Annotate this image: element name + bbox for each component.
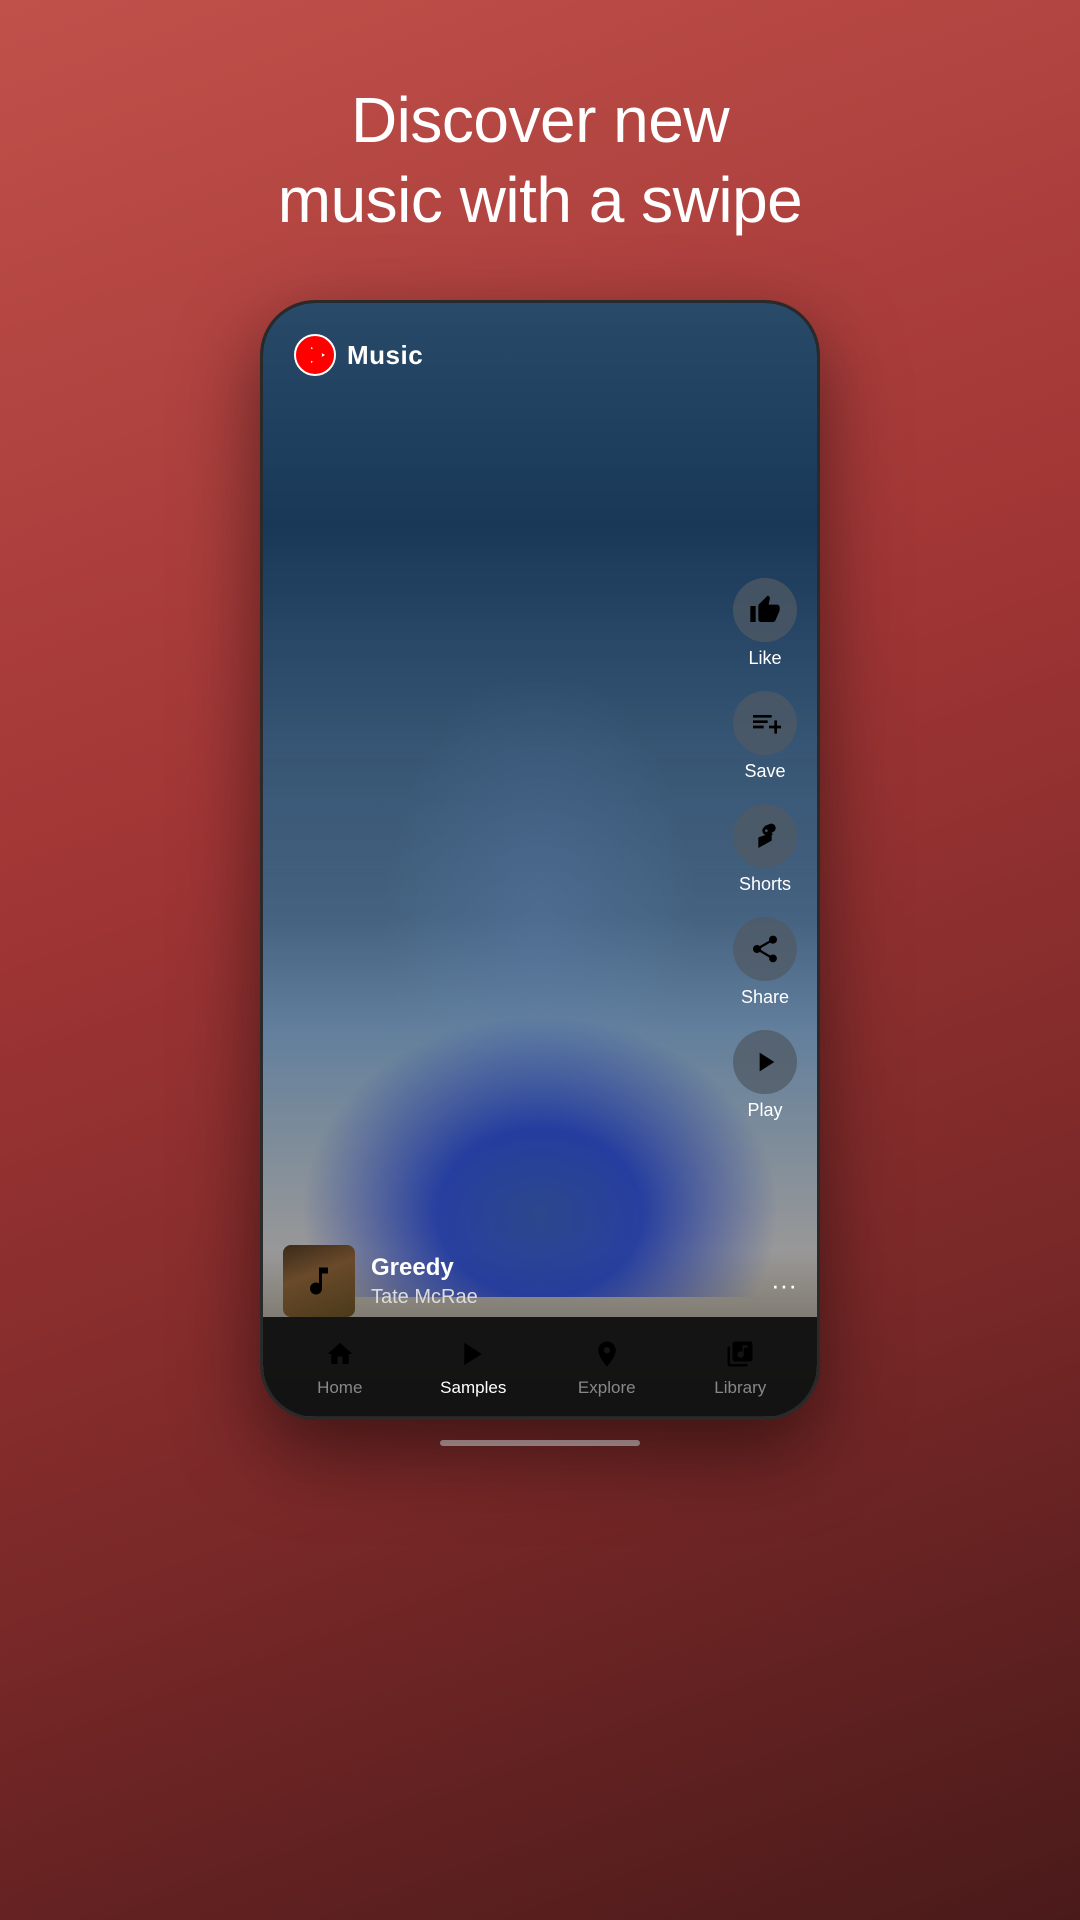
song-info: Greedy Tate McRae bbox=[283, 1245, 717, 1317]
samples-icon bbox=[455, 1336, 491, 1372]
nav-explore-label: Explore bbox=[578, 1378, 636, 1398]
save-label: Save bbox=[744, 761, 785, 782]
phone-mockup: Music Like Save bbox=[260, 300, 820, 1420]
nav-item-explore[interactable]: Explore bbox=[540, 1336, 674, 1398]
headline-line1: Discover new bbox=[351, 84, 729, 156]
nav-library-label: Library bbox=[714, 1378, 766, 1398]
like-label: Like bbox=[748, 648, 781, 669]
app-name: Music bbox=[347, 340, 423, 371]
nav-item-home[interactable]: Home bbox=[273, 1336, 407, 1398]
play-button-group: Play bbox=[733, 1030, 797, 1121]
like-button[interactable] bbox=[733, 578, 797, 642]
nav-samples-label: Samples bbox=[440, 1378, 506, 1398]
headline: Discover new music with a swipe bbox=[198, 80, 883, 240]
explore-icon bbox=[589, 1336, 625, 1372]
save-button-group: Save bbox=[733, 691, 797, 782]
nav-item-library[interactable]: Library bbox=[674, 1336, 808, 1398]
action-buttons-panel: Like Save Shorts Sha bbox=[733, 578, 797, 1137]
nav-divider bbox=[263, 1416, 817, 1417]
song-title: Greedy bbox=[371, 1254, 717, 1282]
library-icon bbox=[722, 1336, 758, 1372]
song-text: Greedy Tate McRae bbox=[371, 1254, 717, 1309]
shorts-button[interactable] bbox=[733, 804, 797, 868]
home-icon bbox=[322, 1336, 358, 1372]
share-label: Share bbox=[741, 987, 789, 1008]
play-label: Play bbox=[747, 1100, 782, 1121]
headline-line2: music with a swipe bbox=[278, 164, 803, 236]
nav-home-label: Home bbox=[317, 1378, 362, 1398]
home-indicator bbox=[440, 1440, 640, 1446]
top-bar: Music bbox=[293, 333, 423, 377]
song-artist: Tate McRae bbox=[371, 1286, 717, 1309]
share-button[interactable] bbox=[733, 917, 797, 981]
youtube-music-logo-icon bbox=[293, 333, 337, 377]
like-button-group: Like bbox=[733, 578, 797, 669]
share-button-group: Share bbox=[733, 917, 797, 1008]
album-art bbox=[283, 1245, 355, 1317]
nav-item-samples[interactable]: Samples bbox=[407, 1336, 541, 1398]
more-options-icon: ··· bbox=[771, 1270, 797, 1300]
play-button[interactable] bbox=[733, 1030, 797, 1094]
save-button[interactable] bbox=[733, 691, 797, 755]
more-options-button[interactable]: ··· bbox=[771, 1270, 797, 1301]
bottom-nav: Home Samples Explore bbox=[263, 1317, 817, 1417]
shorts-label: Shorts bbox=[739, 874, 791, 895]
shorts-button-group: Shorts bbox=[733, 804, 797, 895]
